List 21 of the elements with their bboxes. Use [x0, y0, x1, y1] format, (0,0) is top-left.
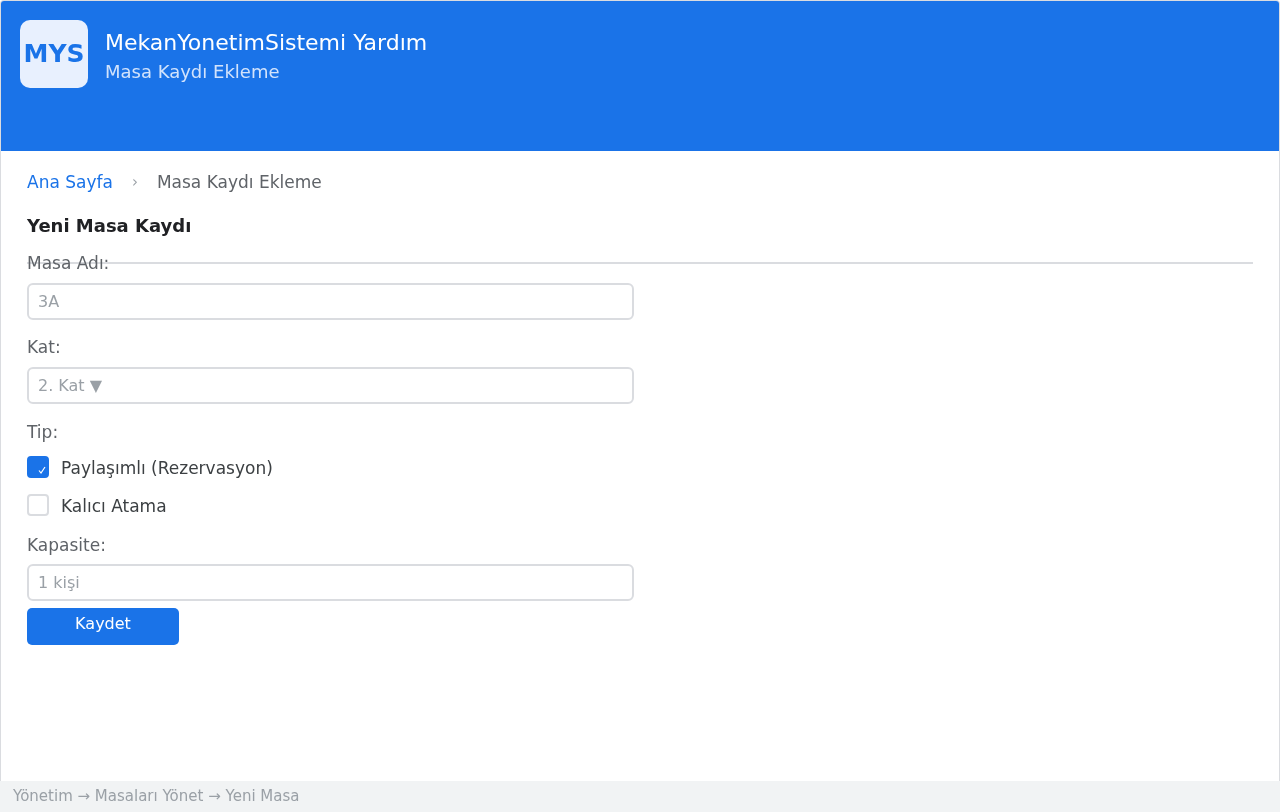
dropdown-field[interactable]: 2. Kat ▼: [27, 367, 634, 404]
breadcrumb-separator: ›: [131, 172, 138, 192]
app-title: MekanYonetimSistemi Yardım: [105, 29, 428, 57]
text-input[interactable]: 3A: [27, 283, 634, 320]
field-label: Kat:: [27, 337, 61, 357]
status-path: Yönetim → Masaları Yönet → Yeni Masa: [13, 786, 300, 808]
checkbox-label: Kalıcı Atama: [61, 496, 167, 516]
field-label: Kapasite:: [27, 535, 106, 555]
caret-icon: ▼: [89, 373, 102, 398]
check-icon: [38, 465, 46, 474]
app-logo: MYS: [20, 20, 88, 88]
breadcrumb-current: Masa Kaydı Ekleme: [156, 172, 322, 192]
field-label: Masa Adı:: [27, 253, 110, 273]
checkbox[interactable]: [27, 455, 49, 478]
checkbox-label: Paylaşımlı (Rezervasyon): [61, 458, 273, 478]
text-input[interactable]: 1 kişi: [27, 564, 634, 601]
save-button[interactable]: Kaydet: [27, 608, 179, 645]
page-subtitle: Masa Kaydı Ekleme: [105, 61, 281, 83]
form-title: Yeni Masa Kaydı: [27, 214, 193, 238]
breadcrumb-link[interactable]: Ana Sayfa: [27, 172, 113, 192]
field-label: Tip:: [27, 422, 59, 442]
